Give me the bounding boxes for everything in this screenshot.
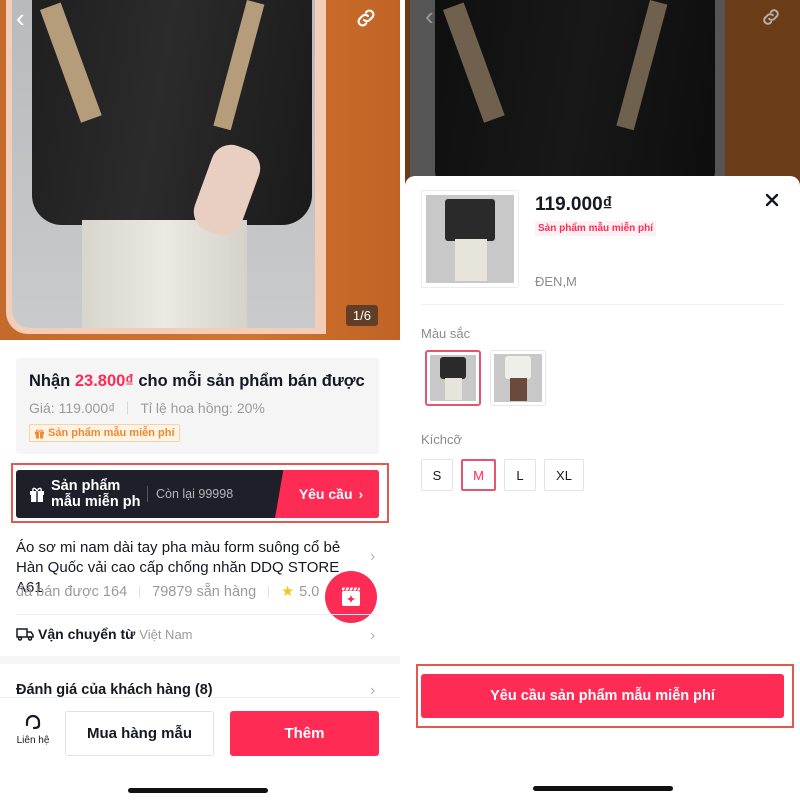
- chevron-right-icon[interactable]: ›: [370, 627, 375, 645]
- size-option-m[interactable]: M: [461, 459, 496, 491]
- color-option-black[interactable]: [425, 350, 481, 406]
- selected-variant: ĐEN,M: [535, 274, 577, 289]
- contact-button[interactable]: Liên hệ: [12, 712, 54, 746]
- commission-prefix: Nhận: [29, 372, 71, 390]
- product-detail-screen: ‹ 1/6 Nhận 23.800₫ cho mỗi sản phẩm bán …: [0, 0, 400, 800]
- size-option-xl[interactable]: XL: [544, 459, 584, 491]
- sheet-price: 119.000₫: [535, 194, 613, 215]
- star-icon: ★: [281, 584, 295, 600]
- commission-details: Giá: 119.000₫ Tỉ lệ hoa hồng: 20%: [29, 400, 366, 416]
- chevron-right-icon: ›: [358, 486, 364, 502]
- divider: [421, 304, 784, 305]
- size-option-s[interactable]: S: [421, 459, 453, 491]
- product-photo: [12, 0, 315, 328]
- free-sample-tag: Sản phẩm mẫu miễn phí: [29, 424, 180, 442]
- pants-shape: [82, 220, 247, 328]
- size-option-l[interactable]: L: [504, 459, 536, 491]
- divider: [16, 614, 380, 615]
- truck-icon: [16, 628, 34, 641]
- commission-headline: Nhận 23.800₫ cho mỗi sản phẩm bán được: [29, 372, 366, 391]
- home-indicator: [128, 788, 268, 793]
- shipping-origin: Việt Nam: [139, 626, 193, 642]
- chevron-left-icon[interactable]: ‹: [16, 5, 36, 31]
- color-label: Màu sắc: [421, 326, 471, 341]
- dimmed-product-image: ‹: [405, 0, 800, 200]
- add-button[interactable]: Thêm: [230, 711, 379, 756]
- divider: [268, 586, 270, 598]
- price-label: Giá: 119.000₫: [29, 400, 116, 416]
- color-option-white[interactable]: [490, 350, 546, 406]
- shipping-row[interactable]: Vận chuyển từ Việt Nam: [16, 626, 193, 642]
- commission-rate: Tỉ lệ hoa hồng: 20%: [140, 400, 265, 416]
- shipping-label: Vận chuyển từ: [38, 626, 136, 642]
- gift-icon: [34, 428, 45, 439]
- free-sample-tag: Sản phẩm mẫu miễn phí: [535, 221, 657, 236]
- customer-reviews-header[interactable]: Đánh giá của khách hàng (8): [16, 682, 213, 698]
- request-sample-button[interactable]: Yêu cầu ›: [275, 470, 379, 518]
- gift-icon: [30, 487, 44, 502]
- sample-request-screen: ‹ 119.000₫ Sản phẩm mẫu miễn phí ĐEN,M M…: [405, 0, 800, 800]
- commission-amount: 23.800₫: [74, 372, 134, 390]
- contact-label: Liên hệ: [16, 735, 50, 746]
- divider: [127, 402, 129, 414]
- divider: [147, 486, 148, 502]
- section-separator: [0, 656, 400, 664]
- commission-card: Nhận 23.800₫ cho mỗi sản phẩm bán được G…: [16, 358, 379, 454]
- product-image-carousel[interactable]: ‹ 1/6: [0, 0, 400, 340]
- add-to-showcase-button[interactable]: [325, 571, 377, 623]
- free-sample-bar[interactable]: Sản phẩm mẫu miễn ph Còn lại 99998 Yêu c…: [16, 470, 379, 518]
- home-indicator: [533, 786, 673, 791]
- product-stats: đã bán được 164 79879 sẵn hàng ★ 5.0: [16, 584, 319, 600]
- sold-count: đã bán được 164: [16, 584, 128, 600]
- divider: [139, 586, 141, 598]
- free-sample-title: Sản phẩm mẫu miễn ph: [51, 478, 141, 510]
- commission-suffix: cho mỗi sản phẩm bán được: [138, 372, 365, 390]
- bottom-action-bar: Liên hệ Mua hàng mẫu Thêm: [0, 697, 400, 800]
- shirt-shape: [32, 0, 312, 225]
- size-label: Kíchcỡ: [421, 432, 463, 447]
- rating: 5.0: [299, 584, 320, 600]
- stock-count: 79879 sẵn hàng: [152, 584, 257, 600]
- buy-sample-button[interactable]: Mua hàng mẫu: [65, 711, 214, 756]
- remaining-count: Còn lại 99998: [156, 487, 234, 501]
- request-sample-label: Yêu cầu: [298, 486, 353, 502]
- chevron-left-icon[interactable]: ‹: [425, 3, 434, 29]
- request-free-sample-button[interactable]: Yêu cầu sản phẩm mẫu miễn phí: [421, 674, 784, 718]
- product-photo: [410, 0, 725, 200]
- link-icon[interactable]: [760, 6, 782, 33]
- headset-icon: [25, 714, 41, 730]
- link-icon[interactable]: [354, 6, 378, 30]
- image-counter: 1/6: [345, 305, 378, 326]
- free-sample-tag-label: Sản phẩm mẫu miễn phí: [48, 427, 175, 439]
- product-thumbnail: [421, 190, 519, 288]
- showcase-icon: [342, 587, 360, 606]
- chevron-right-icon[interactable]: ›: [370, 548, 375, 566]
- close-icon[interactable]: [764, 192, 780, 208]
